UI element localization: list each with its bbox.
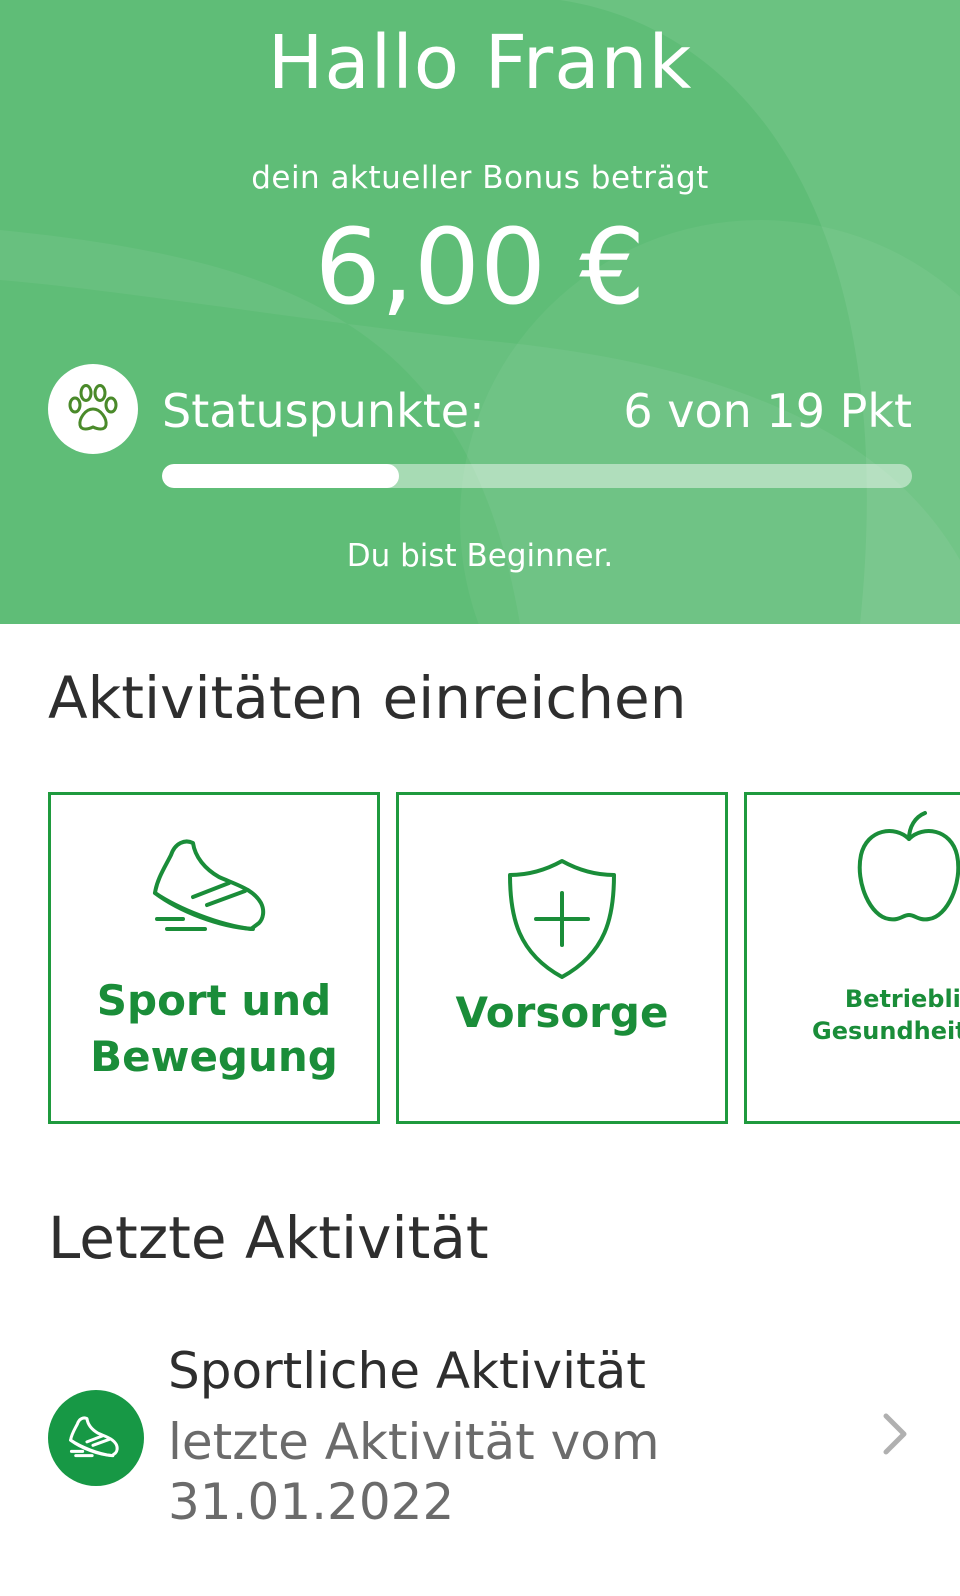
tile-bgf-label-line1: Betrieblic (844, 985, 960, 1013)
last-activity-row[interactable]: Sportliche Aktivität letzte Aktivität vo… (0, 1320, 960, 1540)
submit-activities-title: Aktivitäten einreichen (48, 664, 687, 732)
sneaker-icon (69, 1416, 119, 1458)
status-progress-fill (162, 464, 399, 488)
activity-subtitle: letzte Aktivität vom 31.01.2022 (168, 1413, 660, 1531)
status-points-value: 6 von 19 Pkt (623, 384, 912, 438)
status-points-label: Statuspunkte: (162, 384, 485, 438)
tile-sport[interactable]: Sport und Bewegung (48, 792, 380, 1124)
last-activity-title: Letzte Aktivität (48, 1204, 489, 1272)
tile-sport-label-line2: Bewegung (90, 1032, 338, 1081)
paw-icon (68, 384, 118, 431)
bonus-header: Hallo Frank dein aktueller Bonus beträgt… (0, 0, 960, 624)
bonus-label: dein aktueller Bonus beträgt (251, 160, 709, 196)
activity-icon-circle (48, 1390, 144, 1486)
tile-bgf[interactable]: Betrieblic Gesundheitsfö (744, 792, 960, 1124)
activity-tiles: Sport und Bewegung Vorsorge Betriebli Ge… (48, 792, 960, 1124)
tile-vorsorge-label: Vorsorge (455, 988, 669, 1037)
status-progress-bar (162, 464, 912, 488)
activity-name: Sportliche Aktivität (168, 1342, 646, 1400)
tile-bgf-label-line2: Gesundheitsfö (812, 1017, 960, 1045)
tile-sport-label-line1: Sport und (96, 976, 332, 1025)
chevron-right-icon[interactable] (880, 1412, 910, 1456)
sneaker-icon (153, 839, 266, 931)
level-text: Du bist Beginner. (346, 538, 614, 574)
tile-vorsorge[interactable]: Vorsorge (396, 792, 728, 1124)
bonus-amount: 6,00 € (314, 206, 646, 328)
greeting-title: Hallo Frank (267, 20, 693, 106)
shield-plus-icon (508, 859, 616, 979)
apple-icon (857, 811, 960, 922)
status-avatar[interactable] (48, 364, 138, 454)
